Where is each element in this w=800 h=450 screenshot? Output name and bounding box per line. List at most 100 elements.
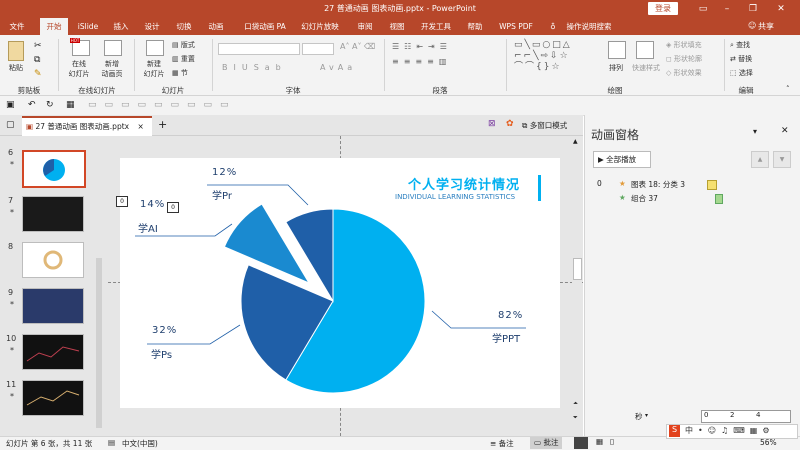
cut-icon[interactable]: ✂ [34,41,42,51]
close-tab-icon[interactable]: × [131,122,143,131]
list-icons[interactable]: ☰☷⇤⇥☰ [392,42,452,51]
canvas-scrollbar[interactable] [572,136,582,436]
prev-slide-icon[interactable]: ⏶ [573,400,578,408]
redo-icon[interactable]: ↻ [46,100,54,110]
slide-thumbnail[interactable] [22,288,84,324]
normal-view-icon[interactable] [574,437,588,449]
slide-thumbnail[interactable] [22,242,84,278]
timeline-ruler[interactable]: 0 2 4 [701,410,791,423]
slide-thumbnail[interactable] [22,380,84,416]
section-button[interactable]: ▦ 节 [172,68,188,78]
ribbon-display-icon[interactable]: ▭ [692,1,714,17]
tab-pocket-animation[interactable]: 口袋动画 PA [240,18,290,35]
move-down-button[interactable]: ▼ [773,151,791,168]
ime-tool-icons[interactable]: 中•☺♫⌨▦⚙ [685,425,775,436]
login-button[interactable]: 登录 [648,2,678,15]
new-animation-page-label[interactable]: 新增 动画页 [96,59,128,79]
quick-styles-icon[interactable] [636,41,654,59]
add-tab-icon[interactable]: + [158,118,167,131]
font-name-combo[interactable] [218,43,300,55]
format-painter-icon[interactable]: ✎ [34,69,42,79]
collapse-ribbon-icon[interactable]: ˄ [786,85,790,93]
comments-button[interactable]: ▭ 批注 [530,437,563,449]
shape-outline-button[interactable]: ◻ 形状轮廓 [666,54,702,64]
quick-styles-label[interactable]: 快速样式 [628,63,664,73]
tab-transitions[interactable]: 切换 [173,18,195,35]
close-icon[interactable]: ✕ [770,1,792,17]
move-up-button[interactable]: ▲ [751,151,769,168]
pie-slice-学AI[interactable] [223,203,311,285]
slide-sorter-icon[interactable]: ▦ [596,437,603,446]
tab-review[interactable]: 审阅 [354,18,376,35]
spellcheck-icon[interactable]: ▤ [108,438,115,447]
pane-dropdown-icon[interactable]: ▾ [753,127,757,136]
tab-file[interactable]: 文件 [6,18,28,35]
tell-me-search[interactable]: 操作说明搜索 [562,18,616,35]
paste-icon[interactable] [8,41,24,61]
layout-button[interactable]: ▤ 版式 [172,40,195,50]
shape-effects-button[interactable]: ◇ 形状效果 [666,68,702,78]
new-slide-label[interactable]: 新建 幻灯片 [138,59,170,79]
slide-thumbnail[interactable] [22,196,84,232]
minimize-icon[interactable]: – [716,1,738,17]
animation-tag[interactable]: 0 [116,196,128,207]
arrange-label[interactable]: 排列 [604,63,628,73]
quick-access-icons[interactable]: ▭▭▭▭▭▭▭▭▭ [88,100,237,110]
tab-design[interactable]: 设计 [141,18,163,35]
arrange-icon[interactable] [608,41,626,59]
slide[interactable]: 个人学习统计情况 INDIVIDUAL LEARNING STATISTICS … [120,158,560,408]
shape-fill-button[interactable]: ◈ 形状填充 [666,40,702,50]
document-tab[interactable]: ▣ 27 普通动画 图表动画.pptx × [22,116,152,137]
reading-view-icon[interactable]: ▯ [610,437,614,446]
new-slide-icon[interactable] [146,40,164,56]
multi-window-button[interactable]: ⧉ 多窗口模式 [522,120,567,131]
animation-item[interactable]: 0 ★ 图表 18: 分类 3 [593,179,793,191]
font-format-icons[interactable]: BIUSab [222,63,287,72]
align-icons[interactable]: ≡≡≡≡▥ [392,57,451,66]
timing-bar[interactable] [707,180,717,190]
notes-button[interactable]: ≡ 备注 [490,438,514,449]
shapes-gallery[interactable]: ▭╲▭○□△ ⌐⌐╲⇨⇩☆ ⌒⌒{}☆ [514,40,598,78]
seconds-dropdown-icon[interactable]: ▾ [645,412,648,419]
ime-toolbar[interactable]: S 中•☺♫⌨▦⚙ [666,424,798,439]
find-button[interactable]: ⌕ 查找 [730,40,750,50]
language-label[interactable]: 中文(中国) [122,438,158,449]
scroll-up-icon[interactable]: ▲ [573,138,578,145]
font-color-icons[interactable]: AvAa [320,63,356,72]
tab-wps-pdf[interactable]: WPS PDF [496,18,536,35]
settings-icon[interactable]: ✿ [506,119,514,129]
share-button[interactable]: 共享 [758,18,774,35]
reset-button[interactable]: ▥ 重置 [172,54,195,64]
online-slides-label[interactable]: 在线 幻灯片 [63,59,95,79]
present-from-start-icon[interactable]: ▦ [66,100,75,110]
font-size-combo[interactable] [302,43,334,55]
slide-thumbnail[interactable] [22,150,86,188]
select-button[interactable]: ⬚ 选择 [730,68,753,78]
tab-animations[interactable]: 动画 [205,18,227,35]
close-pane-icon[interactable]: ✕ [781,126,789,136]
timing-bar[interactable] [715,194,723,204]
tab-slideshow[interactable]: 幻灯片放映 [298,18,342,35]
animation-item[interactable]: ★ 组合 37 [593,193,793,205]
tab-developer[interactable]: 开发工具 [418,18,454,35]
ai-icon[interactable]: ⊠ [488,119,496,129]
tab-insert[interactable]: 插入 [110,18,132,35]
maximize-icon[interactable]: ❐ [742,1,764,17]
play-all-button[interactable]: ▶ 全部播放 [593,151,651,168]
animation-tag[interactable]: 0 [167,202,179,213]
font-size-adjust-icons[interactable]: A˄ A˅ ⌫ [340,42,375,51]
next-slide-icon[interactable]: ⏷ [573,414,578,422]
zoom-level[interactable]: 56% [760,438,777,447]
new-animation-page-icon[interactable] [104,40,122,56]
copy-icon[interactable]: ⧉ [34,55,40,65]
paste-label[interactable]: 粘贴 [4,63,28,73]
tab-view[interactable]: 视图 [386,18,408,35]
slide-thumbnail[interactable] [22,334,84,370]
thumbnails-scrollbar[interactable] [96,258,102,428]
undo-icon[interactable]: ↶ [28,100,36,110]
tab-islide[interactable]: iSlide [74,18,102,35]
canvas-scroll-thumb[interactable] [573,258,582,280]
tab-home[interactable]: 开始 [40,18,68,35]
replace-button[interactable]: ⇄ 替换 [730,54,752,64]
save-icon[interactable]: ▣ [6,100,15,110]
